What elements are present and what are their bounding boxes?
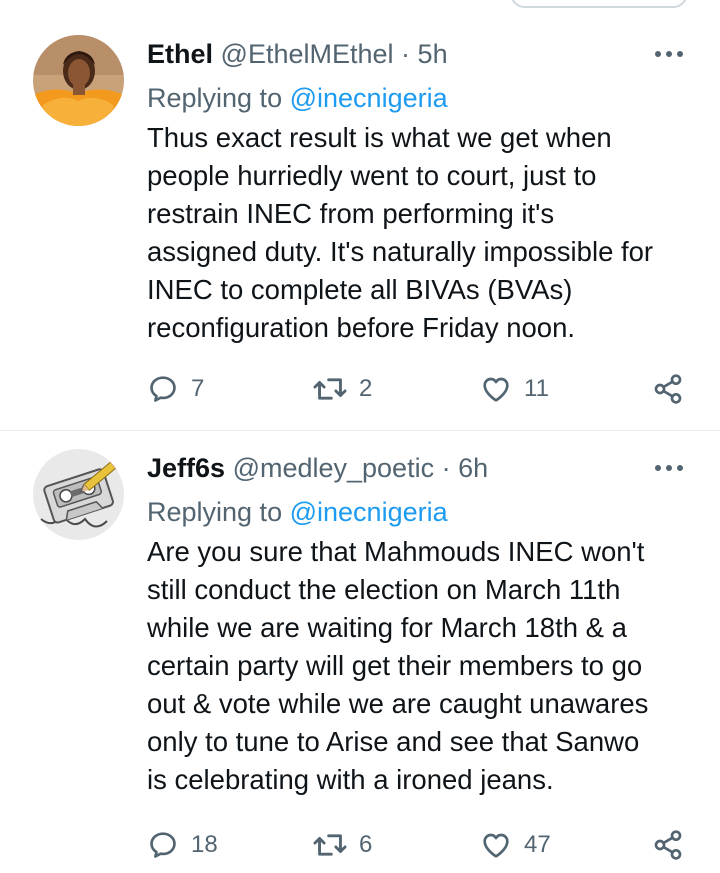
more-icon[interactable] <box>654 42 684 66</box>
reply-count: 7 <box>191 375 205 402</box>
tweet-divider <box>0 430 720 431</box>
user-handle[interactable]: @medley_poetic <box>233 453 435 483</box>
tweet-text: Thus exact result is what we get when pe… <box>147 122 654 343</box>
reply-button[interactable]: 7 <box>147 369 204 409</box>
display-name[interactable]: Ethel <box>147 39 213 69</box>
reply-icon <box>150 832 176 858</box>
retweet-count: 2 <box>359 375 373 402</box>
user-handle[interactable]: @EthelMEthel <box>221 39 394 69</box>
share-button[interactable] <box>652 825 684 865</box>
timestamp[interactable]: 5h <box>418 39 448 69</box>
replying-to: Replying to @inecnigeria <box>147 494 448 530</box>
replying-prefix: Replying to <box>147 83 283 113</box>
share-icon <box>654 830 682 860</box>
retweet-button[interactable]: 2 <box>313 369 372 409</box>
tweet-header: Ethel @EthelMEthel · 5h <box>147 36 680 72</box>
top-button-edge[interactable] <box>510 0 688 8</box>
like-icon <box>483 833 509 858</box>
more-icon[interactable] <box>654 456 684 480</box>
retweet-icon <box>313 834 347 856</box>
reply-icon <box>150 376 176 402</box>
share-button[interactable] <box>652 369 684 409</box>
like-count: 11 <box>524 375 549 402</box>
reply-button[interactable]: 18 <box>147 825 218 865</box>
profile-photo-icon <box>33 35 124 126</box>
replying-to: Replying to @inecnigeria <box>147 80 448 116</box>
action-bar: 7 2 11 <box>0 369 720 409</box>
like-icon <box>483 377 509 402</box>
separator-dot: · <box>401 39 411 69</box>
display-name[interactable]: Jeff6s <box>147 453 225 483</box>
mention-link[interactable]: @inecnigeria <box>290 497 448 527</box>
share-icon <box>654 374 682 404</box>
mention-link[interactable]: @inecnigeria <box>290 83 448 113</box>
tweet-text: Are you sure that Mahmouds INEC won't st… <box>147 536 649 795</box>
like-button[interactable]: 47 <box>480 825 551 865</box>
tweet[interactable]: Jeff6s @medley_poetic · 6h Replying to @… <box>0 432 720 873</box>
tweet-header: Jeff6s @medley_poetic · 6h <box>147 450 680 486</box>
action-bar: 18 6 47 <box>0 825 720 865</box>
replying-prefix: Replying to <box>147 497 283 527</box>
tweet[interactable]: Ethel @EthelMEthel · 5h Replying to @ine… <box>0 18 720 430</box>
retweet-button[interactable]: 6 <box>313 825 372 865</box>
retweet-icon <box>313 378 347 400</box>
cassette-tape-icon <box>33 449 124 540</box>
like-count: 47 <box>524 831 551 858</box>
separator-dot: · <box>441 453 451 483</box>
avatar[interactable] <box>33 35 124 126</box>
timestamp[interactable]: 6h <box>458 453 488 483</box>
retweet-count: 6 <box>359 831 373 858</box>
like-button[interactable]: 11 <box>480 369 549 409</box>
reply-count: 18 <box>191 831 218 858</box>
avatar[interactable] <box>33 449 124 540</box>
